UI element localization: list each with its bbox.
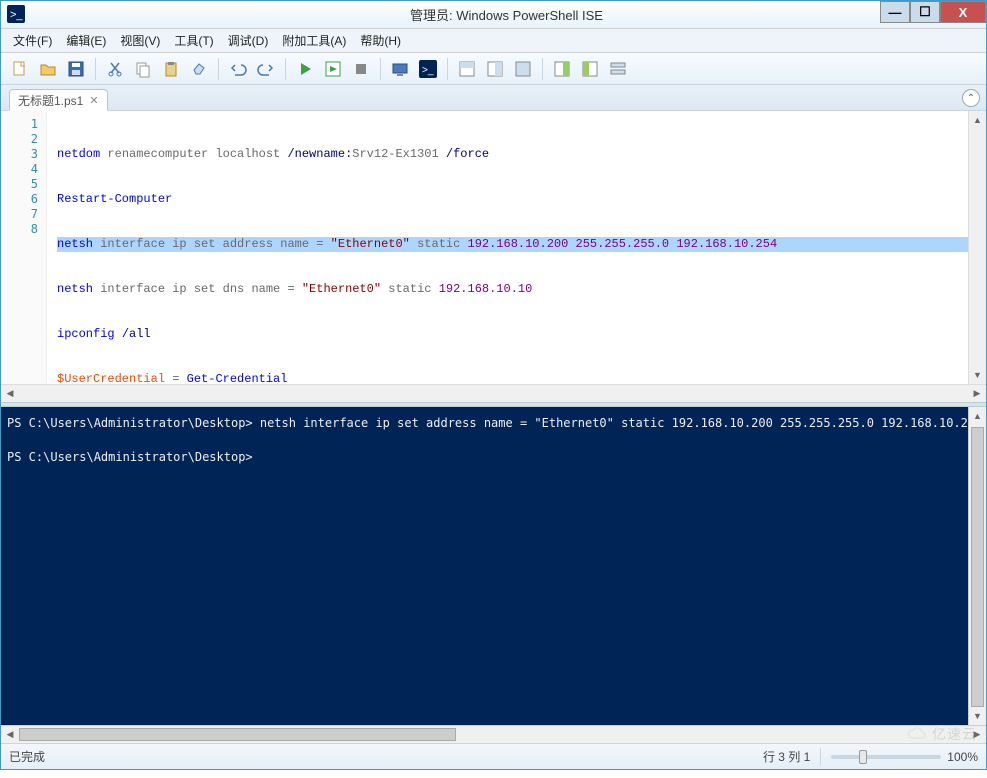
menu-addons[interactable]: 附加工具(A) [276,29,352,52]
scroll-down-icon[interactable]: ▼ [969,707,986,725]
toolbar-separator [542,58,543,80]
editor-horizontal-scrollbar[interactable]: ◀ ▶ [1,384,986,402]
collapse-script-pane-button[interactable]: ⌃ [962,89,980,107]
line-number: 8 [1,222,46,237]
console-pane[interactable]: PS C:\Users\Administrator\Desktop> netsh… [1,407,968,725]
console-pane-wrap: PS C:\Users\Administrator\Desktop> netsh… [1,407,986,725]
paste-button[interactable] [158,56,184,82]
code-line: $UserCredential = Get-Credential [57,372,968,384]
console-line: PS C:\Users\Administrator\Desktop> netsh… [7,416,968,430]
watermark-text: 亿速云 [932,724,977,744]
app-icon: >_ [7,5,27,25]
toolbar-separator [447,58,448,80]
scrollbar-thumb[interactable] [971,427,984,707]
line-number: 4 [1,162,46,177]
line-number: 5 [1,177,46,192]
app-window: >_ 管理员: Windows PowerShell ISE — ☐ X 文件(… [0,0,987,770]
toolbar-separator [95,58,96,80]
status-text: 已完成 [9,748,45,765]
powershell-button[interactable]: >_ [415,56,441,82]
window-title: 管理员: Windows PowerShell ISE [27,5,986,24]
zoom-slider[interactable] [831,755,941,759]
show-command-addon-button[interactable] [549,56,575,82]
clear-button[interactable] [186,56,212,82]
code-line: Restart-Computer [57,192,968,207]
scroll-left-icon[interactable]: ◀ [1,385,19,402]
code-area[interactable]: netdom renamecomputer localhost /newname… [47,111,968,384]
editor-pane: 1 2 3 4 5 6 7 8 netdom renamecomputer lo… [1,111,986,402]
copy-button[interactable] [130,56,156,82]
new-button[interactable] [7,56,33,82]
options-button[interactable] [605,56,631,82]
tabbar: 无标题1.ps1 ✕ ⌃ [1,85,986,111]
toolbar-separator [218,58,219,80]
statusbar-separator [820,748,821,766]
line-number: 7 [1,207,46,222]
open-button[interactable] [35,56,61,82]
close-button[interactable]: X [940,1,986,23]
code-line: ipconfig /all [57,327,968,342]
maximize-button[interactable]: ☐ [910,1,940,23]
scrollbar-thumb[interactable] [19,728,456,741]
menu-view[interactable]: 视图(V) [114,29,166,52]
svg-text:>_: >_ [10,9,23,21]
undo-button[interactable] [225,56,251,82]
scrollbar-track[interactable] [19,385,968,402]
code-line: netdom renamecomputer localhost /newname… [57,147,968,162]
menu-tools[interactable]: 工具(T) [168,29,219,52]
cut-button[interactable] [102,56,128,82]
line-number: 1 [1,117,46,132]
console-horizontal-scrollbar[interactable]: ◀ ▶ [1,725,986,743]
remote-button[interactable] [387,56,413,82]
toolbar-separator [285,58,286,80]
code-editor[interactable]: 1 2 3 4 5 6 7 8 netdom renamecomputer lo… [1,111,986,384]
titlebar[interactable]: >_ 管理员: Windows PowerShell ISE — ☐ X [1,1,986,29]
scrollbar-track[interactable] [969,129,986,366]
svg-text:>_: >_ [422,65,434,76]
zoom-control: 100% [831,750,978,764]
menu-debug[interactable]: 调试(D) [222,29,275,52]
console-vertical-scrollbar[interactable]: ▲ ▼ [968,407,986,725]
layout-script-top-button[interactable] [454,56,480,82]
menu-edit[interactable]: 编辑(E) [60,29,112,52]
scroll-down-icon[interactable]: ▼ [969,366,986,384]
scroll-left-icon[interactable]: ◀ [1,726,19,743]
line-number: 6 [1,192,46,207]
minimize-button[interactable]: — [880,1,910,23]
menu-file[interactable]: 文件(F) [7,29,58,52]
code-line: netsh interface ip set dns name = "Ether… [57,282,968,297]
layout-script-right-button[interactable] [482,56,508,82]
scroll-right-icon[interactable]: ▶ [968,385,986,402]
layout-script-max-button[interactable] [510,56,536,82]
redo-button[interactable] [253,56,279,82]
code-line-selected: netsh interface ip set address name = "E… [57,237,968,252]
scroll-up-icon[interactable]: ▲ [969,407,986,425]
line-gutter: 1 2 3 4 5 6 7 8 [1,111,47,384]
tab-untitled1[interactable]: 无标题1.ps1 ✕ [9,89,108,111]
console-prompt: PS C:\Users\Administrator\Desktop> [7,450,260,464]
line-number: 3 [1,147,46,162]
window-controls: — ☐ X [880,1,986,23]
scroll-up-icon[interactable]: ▲ [969,111,986,129]
show-command-window-button[interactable] [577,56,603,82]
tab-label: 无标题1.ps1 [18,92,83,109]
menu-help[interactable]: 帮助(H) [354,29,407,52]
tab-close-icon[interactable]: ✕ [89,94,98,107]
run-button[interactable] [292,56,318,82]
menubar: 文件(F) 编辑(E) 视图(V) 工具(T) 调试(D) 附加工具(A) 帮助… [1,29,986,53]
cloud-icon [906,726,928,742]
stop-button[interactable] [348,56,374,82]
run-selection-button[interactable] [320,56,346,82]
editor-vertical-scrollbar[interactable]: ▲ ▼ [968,111,986,384]
toolbar-separator [380,58,381,80]
line-number: 2 [1,132,46,147]
zoom-percent: 100% [947,750,978,764]
scrollbar-track[interactable] [19,726,968,743]
statusbar: 已完成 行 3 列 1 100% [1,743,986,769]
cursor-position: 行 3 列 1 [763,748,810,765]
watermark: 亿速云 [906,724,977,744]
zoom-slider-knob[interactable] [859,750,867,764]
toolbar: >_ [1,53,986,85]
save-button[interactable] [63,56,89,82]
